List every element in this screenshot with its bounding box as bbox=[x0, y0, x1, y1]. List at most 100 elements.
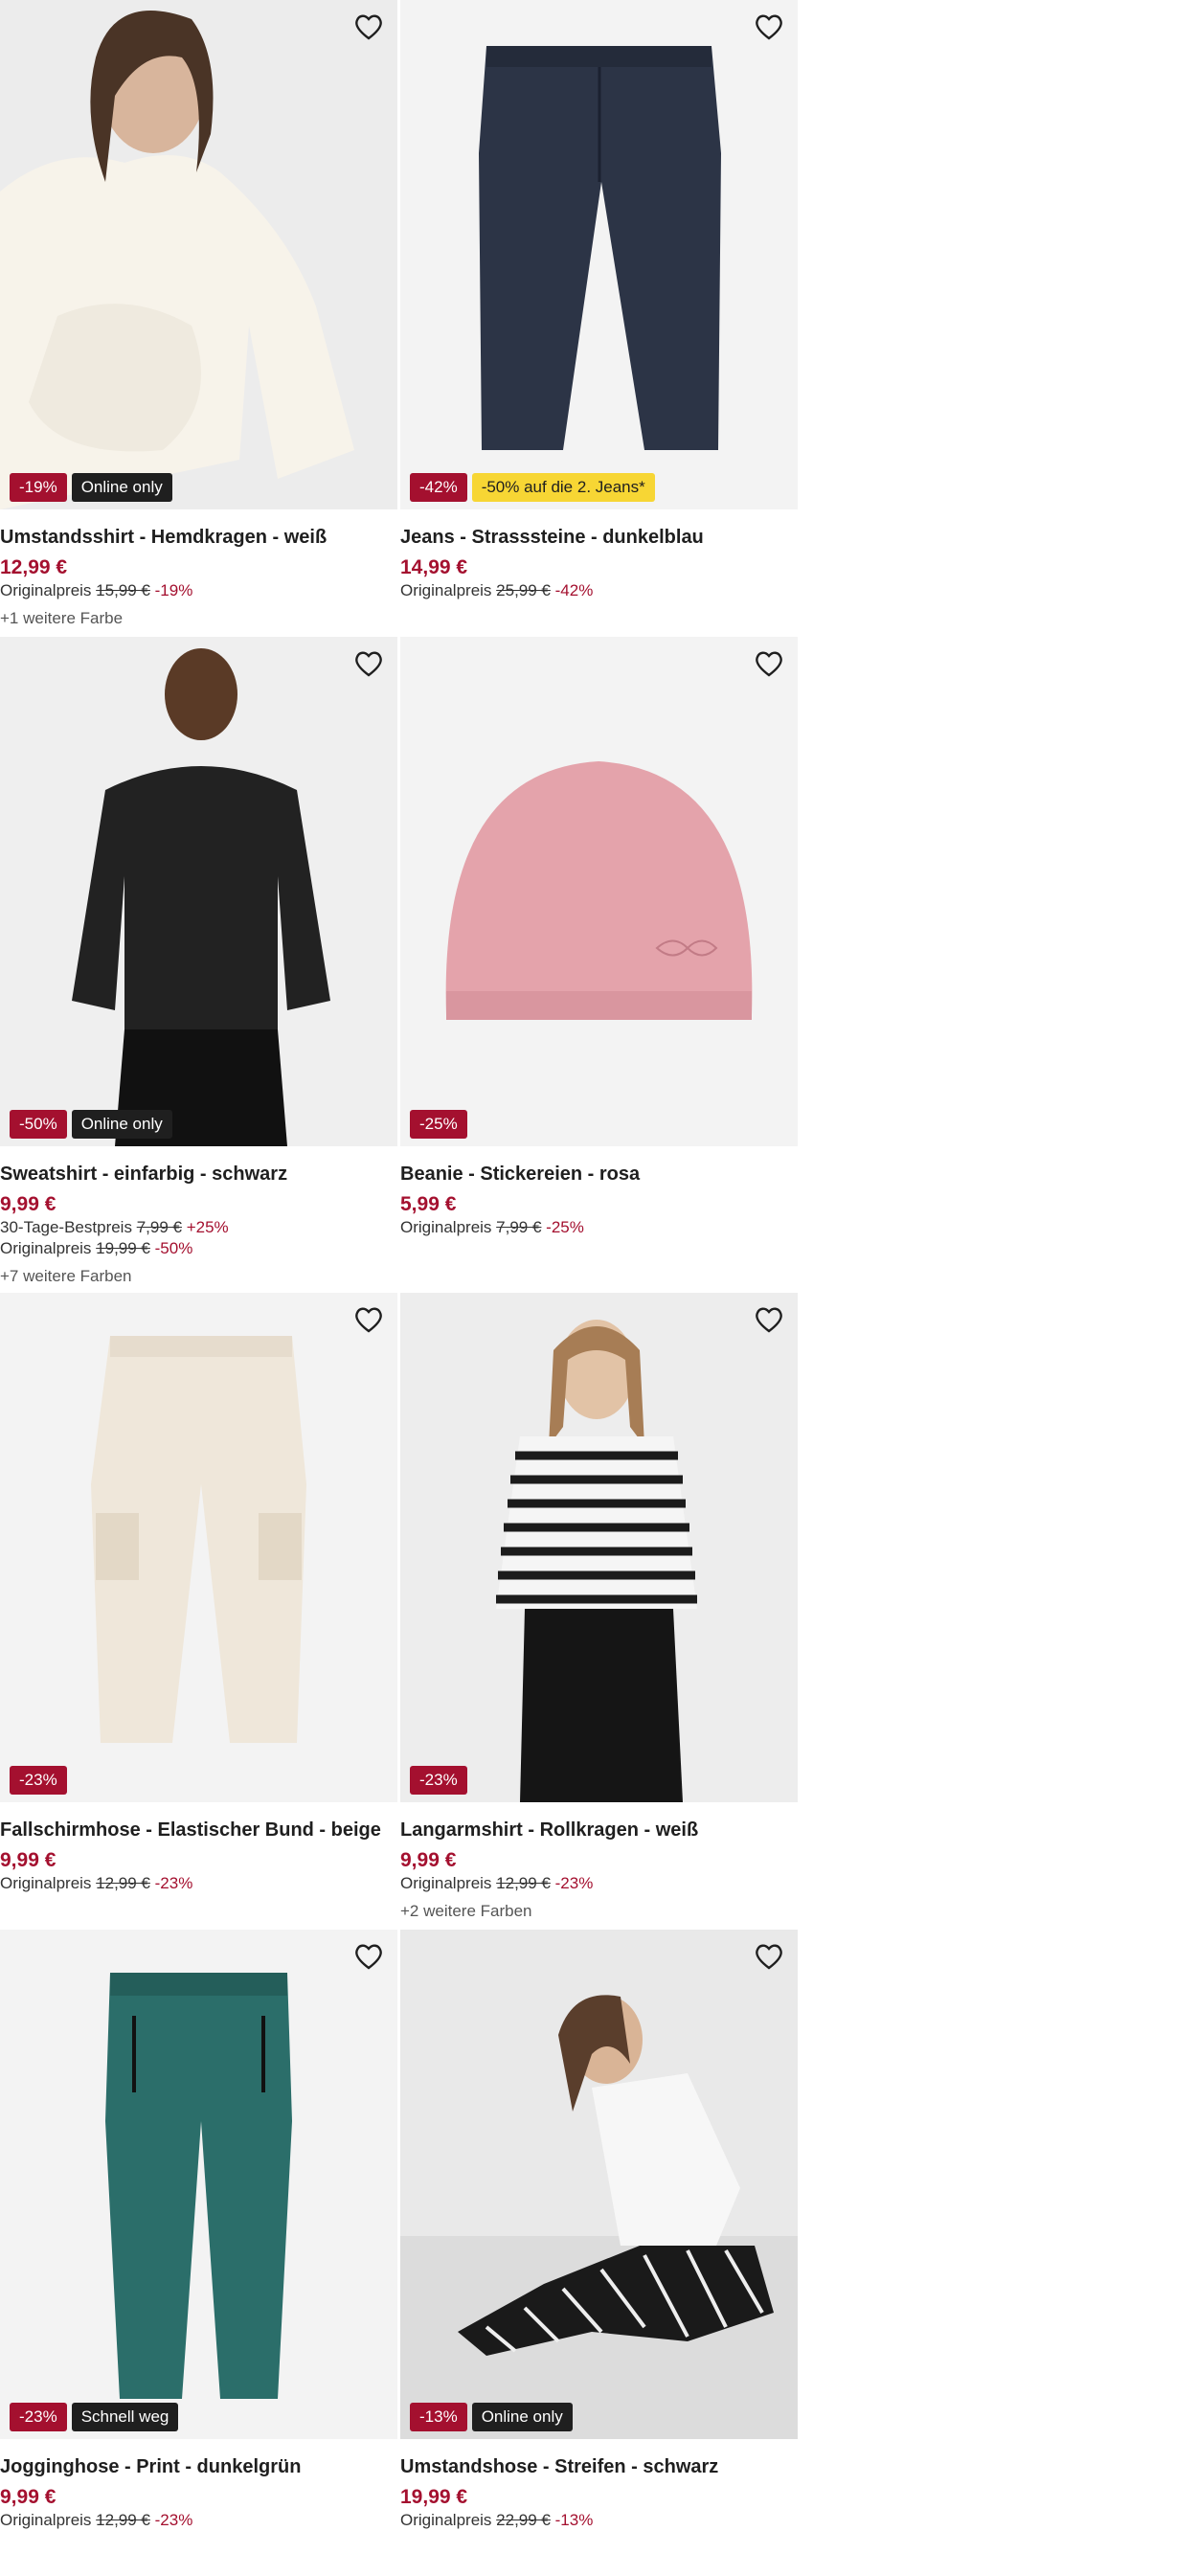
product-photo-jeans bbox=[400, 0, 798, 509]
product-price: 5,99 € bbox=[400, 1193, 457, 1215]
discount-percent: -13% bbox=[554, 2511, 594, 2529]
product-price: 9,99 € bbox=[400, 1849, 457, 1871]
more-colors-link[interactable]: +2 weitere Farben bbox=[400, 1900, 798, 1923]
discount-percent: -23% bbox=[554, 1874, 594, 1892]
product-card[interactable]: -23% Langarmshirt - Rollkragen - weiß 9,… bbox=[400, 1293, 798, 1923]
badge-row: -25% bbox=[410, 1110, 467, 1139]
original-price-label: Originalpreis bbox=[0, 2511, 92, 2529]
product-card[interactable]: -23% Schnell weg Jogginghose - Print - d… bbox=[0, 1930, 397, 2531]
wishlist-heart-icon[interactable] bbox=[752, 10, 786, 44]
product-image[interactable]: -42% -50% auf die 2. Jeans* bbox=[400, 0, 798, 509]
wishlist-heart-icon[interactable] bbox=[752, 1302, 786, 1337]
product-image[interactable]: -25% bbox=[400, 637, 798, 1146]
original-price-line: Originalpreis 12,99 € -23% bbox=[0, 1873, 397, 1894]
more-colors-link[interactable]: +1 weitere Farbe bbox=[0, 607, 397, 630]
badge-row: -23% bbox=[410, 1766, 467, 1795]
original-price: 7,99 € bbox=[496, 1218, 542, 1236]
striped-top bbox=[496, 1436, 697, 1609]
original-price-line: Originalpreis 12,99 € -23% bbox=[400, 1873, 798, 1894]
discount-percent: -42% bbox=[554, 581, 594, 599]
discount-badge: -25% bbox=[410, 1110, 467, 1139]
product-title[interactable]: Jeans - Strasssteine - dunkelblau bbox=[400, 525, 798, 550]
discount-badge: -50% bbox=[10, 1110, 67, 1139]
original-price-label: Originalpreis bbox=[0, 1239, 92, 1257]
badge-row: -50% Online only bbox=[10, 1110, 172, 1139]
discount-badge: -23% bbox=[410, 1766, 467, 1795]
product-title[interactable]: Jogginghose - Print - dunkelgrün bbox=[0, 2454, 397, 2479]
best-price: 7,99 € bbox=[136, 1218, 182, 1236]
product-image[interactable]: -23% Schnell weg bbox=[0, 1930, 397, 2439]
product-price: 14,99 € bbox=[400, 556, 468, 578]
original-price: 19,99 € bbox=[96, 1239, 150, 1257]
badge-row: -23% Schnell weg bbox=[10, 2403, 179, 2431]
product-image[interactable]: -19% Online only bbox=[0, 0, 397, 509]
original-price: 12,99 € bbox=[96, 1874, 150, 1892]
discount-percent: -50% bbox=[154, 1239, 193, 1257]
original-price-label: Originalpreis bbox=[400, 1874, 492, 1892]
wishlist-heart-icon[interactable] bbox=[351, 646, 386, 681]
original-price-label: Originalpreis bbox=[0, 1874, 92, 1892]
wishlist-heart-icon[interactable] bbox=[752, 1939, 786, 1974]
discount-badge: -13% bbox=[410, 2403, 467, 2431]
original-price: 12,99 € bbox=[96, 2511, 150, 2529]
product-title[interactable]: Sweatshirt - einfarbig - schwarz bbox=[0, 1162, 397, 1186]
original-price-line: Originalpreis 7,99 € -25% bbox=[400, 1217, 798, 1238]
product-card[interactable]: -19% Online only Umstandsshirt - Hemdkra… bbox=[0, 0, 397, 630]
discount-percent: -23% bbox=[154, 2511, 193, 2529]
product-card[interactable]: -42% -50% auf die 2. Jeans* Jeans - Stra… bbox=[400, 0, 798, 601]
original-price-label: Originalpreis bbox=[400, 1218, 492, 1236]
original-price-label: Originalpreis bbox=[400, 2511, 492, 2529]
wishlist-heart-icon[interactable] bbox=[752, 646, 786, 681]
product-price: 9,99 € bbox=[0, 1849, 56, 1871]
product-title[interactable]: Beanie - Stickereien - rosa bbox=[400, 1162, 798, 1186]
original-price-line: Originalpreis 22,99 € -13% bbox=[400, 2510, 798, 2531]
product-card[interactable]: -50% Online only Sweatshirt - einfarbig … bbox=[0, 637, 397, 1288]
badge-row: -42% -50% auf die 2. Jeans* bbox=[410, 473, 655, 502]
product-image[interactable]: -13% Online only bbox=[400, 1930, 798, 2439]
product-photo-turtleneck bbox=[400, 1293, 798, 1802]
wishlist-heart-icon[interactable] bbox=[351, 1302, 386, 1337]
original-price: 25,99 € bbox=[496, 581, 551, 599]
product-photo-beanie bbox=[400, 637, 798, 1146]
best-price-percent: +25% bbox=[186, 1218, 229, 1236]
product-title[interactable]: Umstandshose - Streifen - schwarz bbox=[400, 2454, 798, 2479]
discount-badge: -23% bbox=[10, 2403, 67, 2431]
wishlist-heart-icon[interactable] bbox=[351, 10, 386, 44]
discount-badge: -19% bbox=[10, 473, 67, 502]
product-title[interactable]: Fallschirmhose - Elastischer Bund - beig… bbox=[0, 1818, 397, 1842]
discount-percent: -23% bbox=[154, 1874, 193, 1892]
discount-percent: -19% bbox=[154, 581, 193, 599]
original-price-line: Originalpreis 15,99 € -19% bbox=[0, 580, 397, 601]
product-price: 9,99 € bbox=[0, 2486, 56, 2508]
original-price-line: Originalpreis 19,99 € -50% bbox=[0, 1238, 397, 1259]
original-price-label: Originalpreis bbox=[400, 581, 492, 599]
product-price: 12,99 € bbox=[0, 556, 68, 578]
product-photo-maternity-shirt bbox=[0, 0, 397, 509]
original-price: 15,99 € bbox=[96, 581, 150, 599]
more-colors-link[interactable]: +7 weitere Farben bbox=[0, 1265, 397, 1288]
original-price: 22,99 € bbox=[496, 2511, 551, 2529]
badge-row: -13% Online only bbox=[410, 2403, 573, 2431]
product-image[interactable]: -23% bbox=[400, 1293, 798, 1802]
product-card[interactable]: -13% Online only Umstandshose - Streifen… bbox=[400, 1930, 798, 2531]
product-price: 9,99 € bbox=[0, 1193, 56, 1215]
online-only-badge: Online only bbox=[71, 1110, 172, 1139]
product-image[interactable]: -23% bbox=[0, 1293, 397, 1802]
product-card[interactable]: -25% Beanie - Stickereien - rosa 5,99 € … bbox=[400, 637, 798, 1238]
wishlist-heart-icon[interactable] bbox=[351, 1939, 386, 1974]
product-card[interactable]: -23% Fallschirmhose - Elastischer Bund -… bbox=[0, 1293, 397, 1894]
product-title[interactable]: Langarmshirt - Rollkragen - weiß bbox=[400, 1818, 798, 1842]
original-price-line: Originalpreis 25,99 € -42% bbox=[400, 580, 798, 601]
original-price-line: Originalpreis 12,99 € -23% bbox=[0, 2510, 397, 2531]
product-photo-cargo-pants bbox=[0, 1293, 397, 1802]
original-price-label: Originalpreis bbox=[0, 581, 92, 599]
product-image[interactable]: -50% Online only bbox=[0, 637, 397, 1146]
online-only-badge: Online only bbox=[471, 2403, 573, 2431]
product-photo-joggers bbox=[0, 1930, 397, 2439]
original-price: 12,99 € bbox=[496, 1874, 551, 1892]
discount-percent: -25% bbox=[546, 1218, 584, 1236]
promo-badge: -50% auf die 2. Jeans* bbox=[471, 473, 655, 502]
online-only-badge: Online only bbox=[71, 473, 172, 502]
product-title[interactable]: Umstandsshirt - Hemdkragen - weiß bbox=[0, 525, 397, 550]
discount-badge: -42% bbox=[410, 473, 467, 502]
